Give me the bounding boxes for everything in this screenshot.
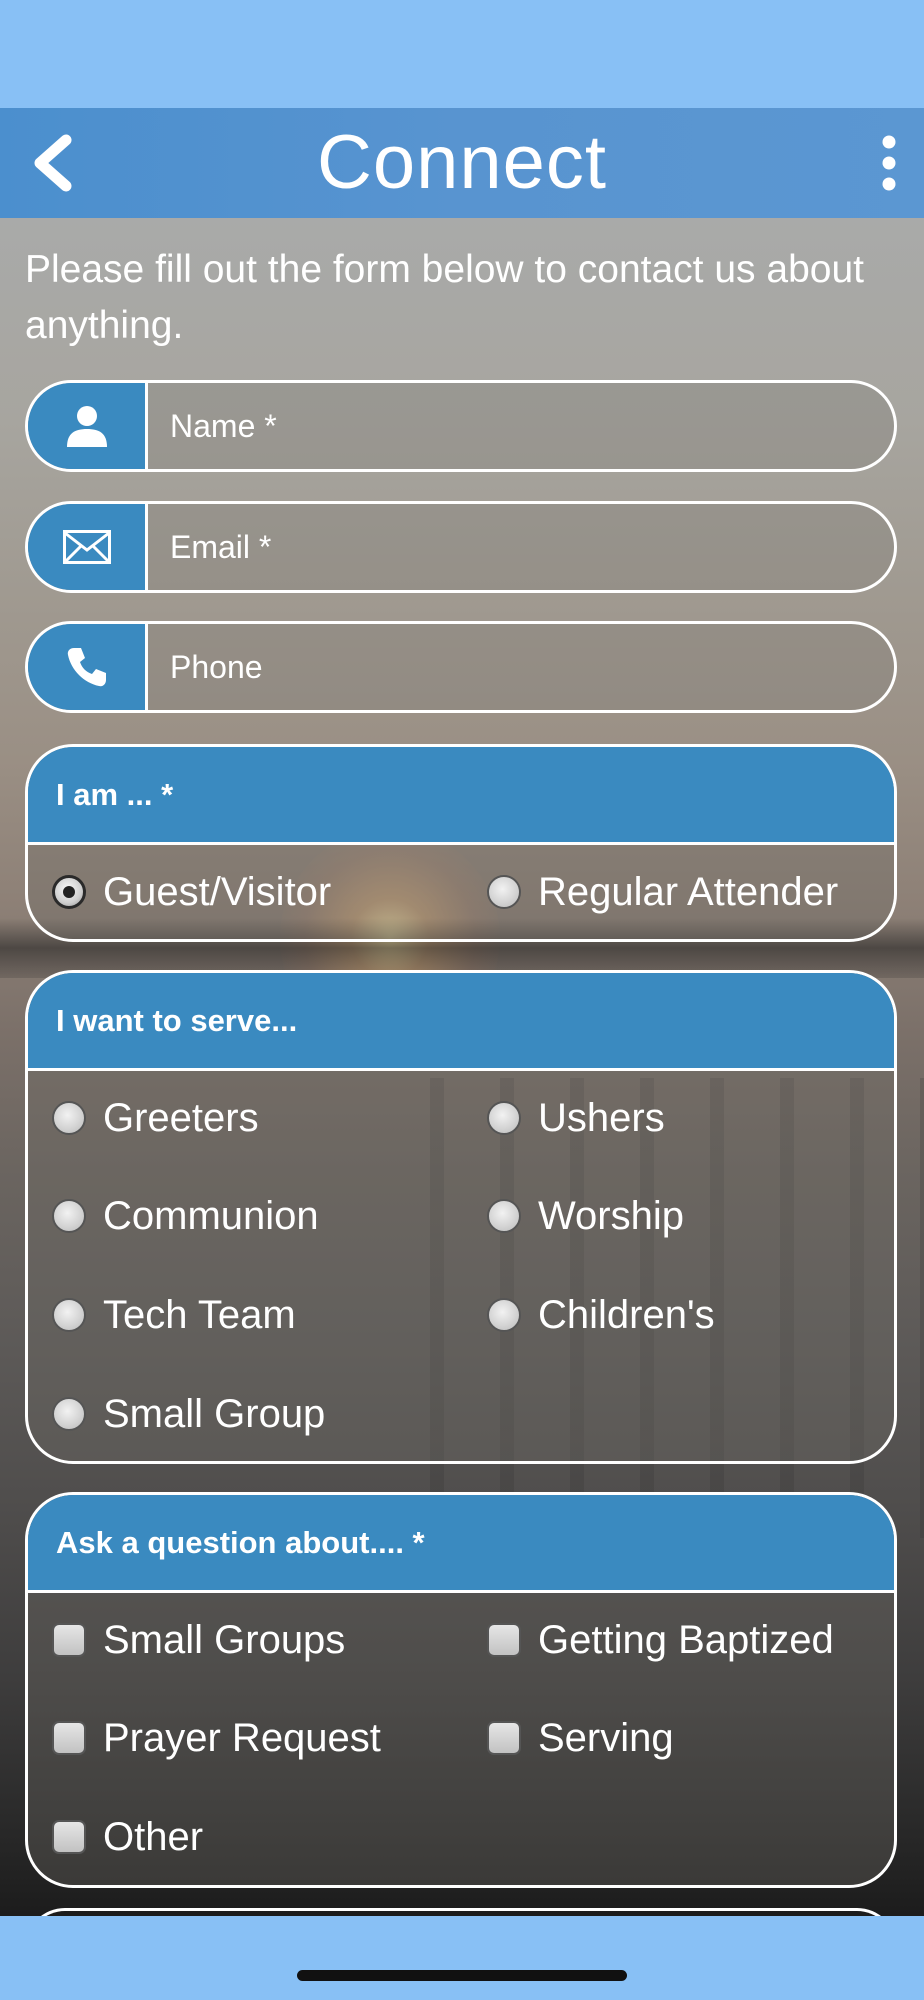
option-label: Small Groups [103,1617,346,1662]
intro-text: Please fill out the form below to contac… [25,248,864,347]
status-bar [0,0,924,108]
name-input[interactable] [148,383,888,469]
option-label: Other [103,1814,204,1859]
serve-option-greeters[interactable]: Greeters [52,1088,259,1148]
option-label: Communion [103,1193,319,1238]
checkbox[interactable] [52,1623,86,1657]
serve-group: I want to serve... Greeters Ushers Commu… [25,970,897,1464]
option-label: Serving [538,1715,674,1760]
serve-option-worship[interactable]: Worship [487,1186,684,1246]
phone-field-icon-box [28,624,148,710]
email-field-icon-box [28,504,148,590]
option-label: Children's [538,1292,715,1337]
radio-button[interactable] [487,1101,521,1135]
option-label: Ushers [538,1095,665,1140]
serve-option-small-group[interactable]: Small Group [52,1384,325,1444]
radio-guest-visitor[interactable]: Guest/Visitor [52,862,331,922]
serve-option-childrens[interactable]: Children's [487,1285,715,1345]
more-menu-button[interactable] [872,134,906,192]
form-content[interactable]: Please fill out the form below to contac… [0,218,924,1916]
phone-field[interactable] [25,621,897,713]
serve-option-ushers[interactable]: Ushers [487,1088,665,1148]
email-field[interactable] [25,501,897,593]
ask-option-getting-baptized[interactable]: Getting Baptized [487,1610,834,1670]
next-card-edge [25,1908,897,1916]
serve-option-tech-team[interactable]: Tech Team [52,1285,296,1345]
radio-button[interactable] [52,1298,86,1332]
checkbox[interactable] [52,1721,86,1755]
radio-regular-attender[interactable]: Regular Attender [487,862,838,922]
ask-option-small-groups[interactable]: Small Groups [52,1610,345,1670]
name-field-icon-box [28,383,148,469]
radio-button[interactable] [52,1397,86,1431]
home-indicator[interactable] [297,1970,627,1981]
radio-button[interactable] [52,1199,86,1233]
checkbox[interactable] [487,1721,521,1755]
i-am-header: I am ... * [28,747,894,845]
radio-label: Regular Attender [538,869,839,914]
envelope-icon [62,530,111,564]
ask-option-serving[interactable]: Serving [487,1708,674,1768]
user-icon [66,406,107,447]
option-label: Greeters [103,1095,259,1140]
i-am-group: I am ... * Guest/Visitor Regular Attende… [25,744,897,942]
serve-option-communion[interactable]: Communion [52,1186,319,1246]
system-bottom-bar [0,1916,924,2000]
radio-button[interactable] [487,875,521,909]
email-input[interactable] [148,504,888,590]
option-label: Tech Team [103,1292,296,1337]
checkbox[interactable] [52,1820,86,1854]
phone-input[interactable] [148,624,888,710]
nav-bar: Connect [0,108,924,218]
option-label: Worship [538,1193,684,1238]
page-title: Connect [316,120,608,205]
more-vertical-icon [882,135,896,191]
ask-option-prayer-request[interactable]: Prayer Request [52,1708,381,1768]
radio-button[interactable] [487,1199,521,1233]
option-label: Getting Baptized [538,1617,834,1662]
radio-button[interactable] [487,1298,521,1332]
name-field[interactable] [25,380,897,472]
phone-icon [67,648,106,687]
radio-button-checked[interactable] [52,875,86,909]
ask-option-other[interactable]: Other [52,1807,203,1867]
option-label: Small Group [103,1391,326,1436]
ask-question-header: Ask a question about.... * [28,1495,894,1593]
ask-question-group: Ask a question about.... * Small Groups … [25,1492,897,1888]
checkbox[interactable] [487,1623,521,1657]
option-label: Prayer Request [103,1715,381,1760]
serve-header: I want to serve... [28,973,894,1071]
radio-label: Guest/Visitor [103,869,332,914]
radio-button[interactable] [52,1101,86,1135]
